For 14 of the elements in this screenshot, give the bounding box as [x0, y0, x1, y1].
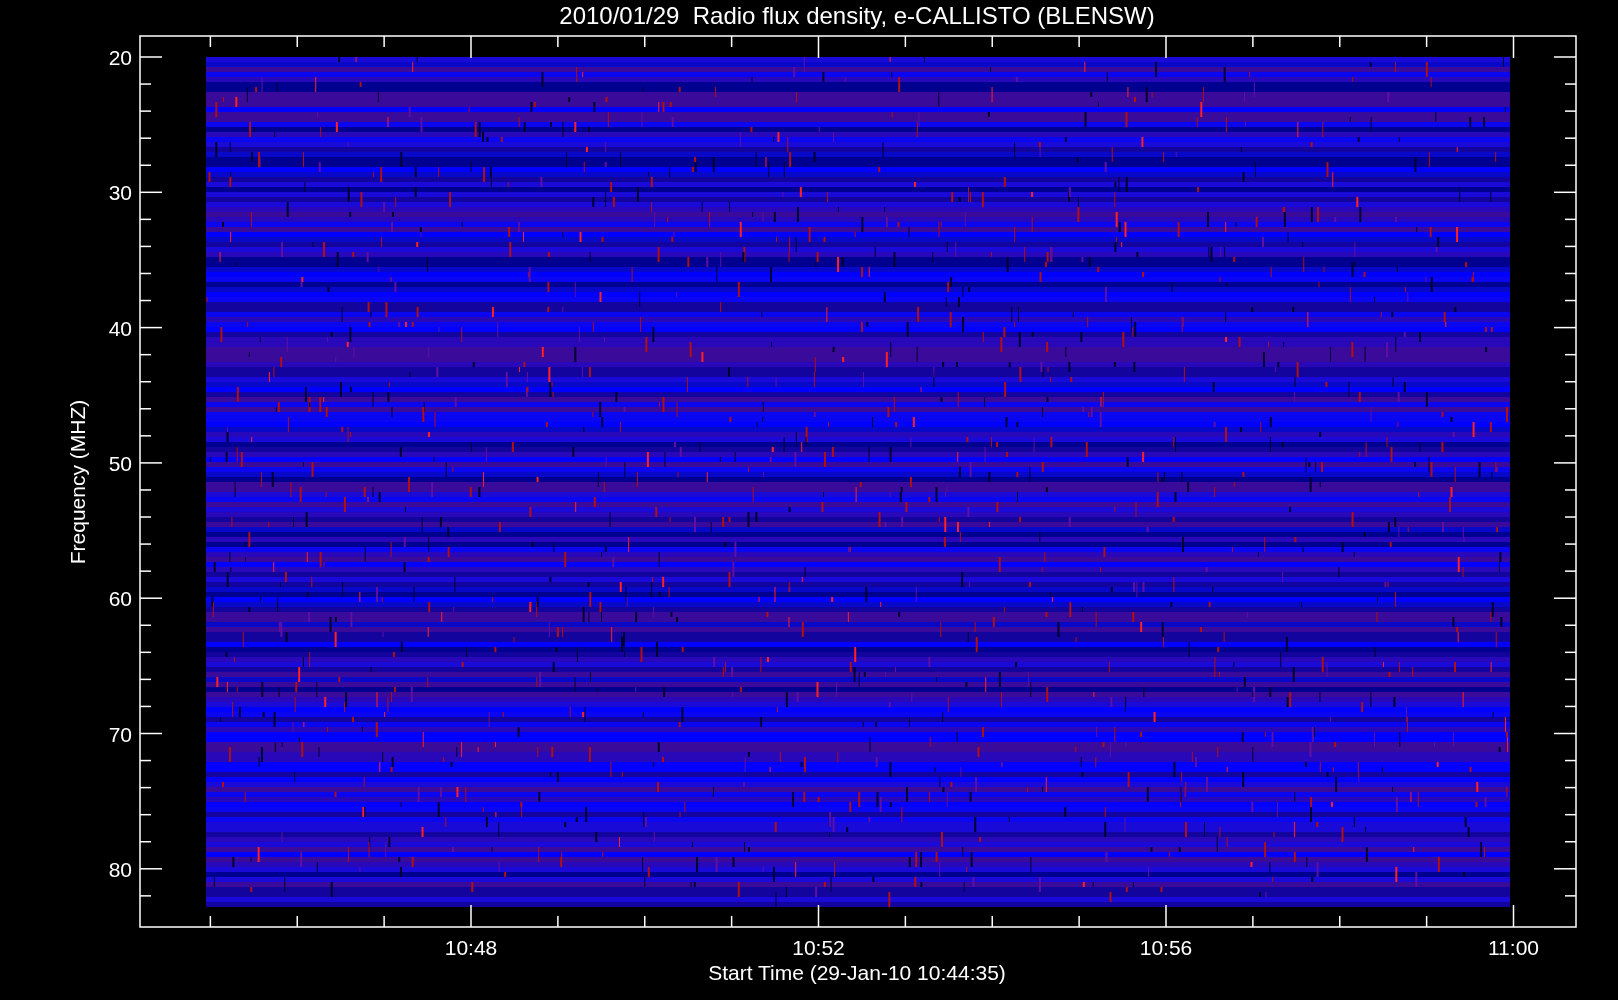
tick-label: 11:00 — [1488, 936, 1539, 959]
tick-label: 40 — [108, 316, 132, 340]
axis-label: Frequency (MHZ) — [66, 399, 89, 565]
tick-label: 70 — [108, 722, 132, 746]
tick-label: 10:48 — [444, 936, 498, 959]
tick-label: 60 — [108, 587, 132, 611]
tick-label: 80 — [108, 857, 132, 881]
tick-label: 10:56 — [1139, 936, 1193, 959]
axis-label: Start Time (29-Jan-10 10:44:35) — [708, 961, 1006, 984]
tick-label: 30 — [108, 181, 132, 205]
tick-label: 10:52 — [792, 936, 845, 959]
tick-label: 50 — [108, 451, 132, 475]
plot-title: 2010/01/29 Radio flux density, e-CALLISTO (BLENSW) — [559, 2, 1155, 29]
tick-label: 20 — [108, 46, 132, 69]
